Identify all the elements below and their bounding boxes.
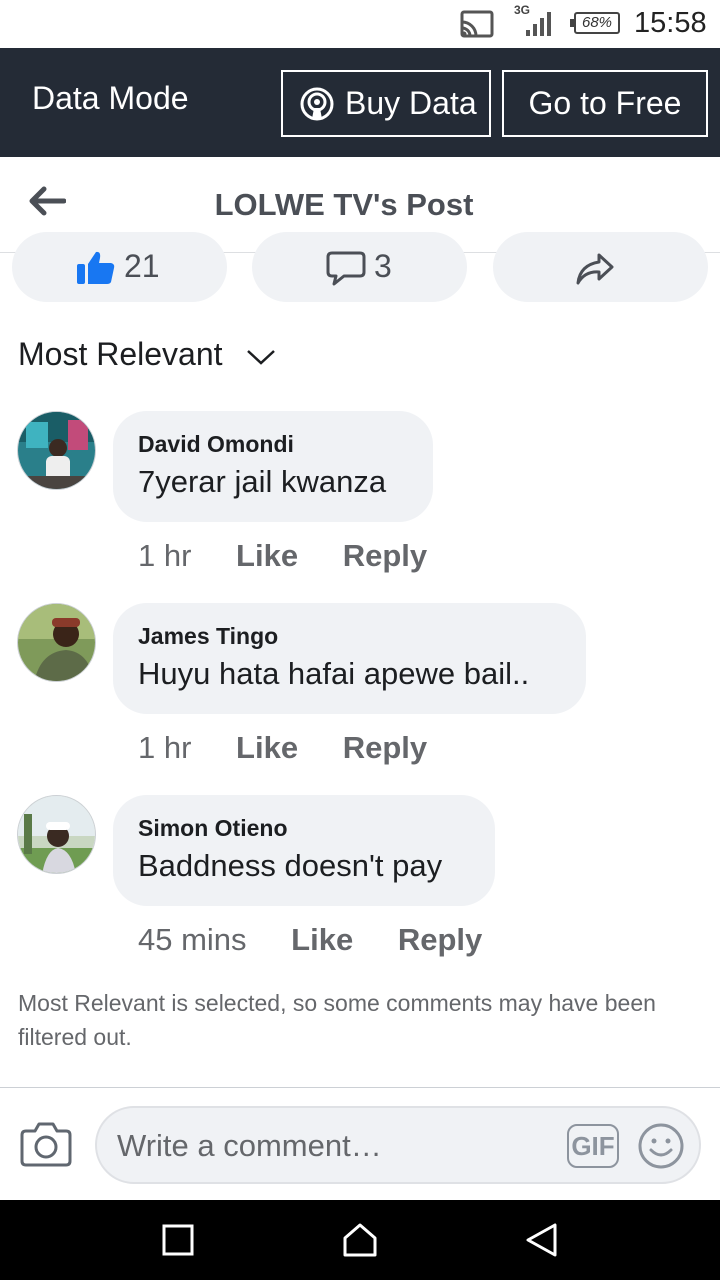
comment-meta: 1 hr Like Reply — [138, 730, 463, 766]
cast-icon — [460, 10, 494, 38]
system-nav-bar — [0, 1200, 720, 1280]
share-arrow-icon — [576, 253, 614, 285]
like-count: 21 — [124, 248, 160, 284]
comment-composer: Write a comment… GIF — [0, 1087, 720, 1200]
clock: 15:58 — [634, 7, 707, 39]
signal-icon — [526, 12, 551, 36]
comment-button[interactable]: 3 — [252, 232, 467, 302]
comment-time: 45 mins — [138, 922, 247, 957]
comment-input-placeholder: Write a comment… — [117, 1128, 382, 1163]
buy-data-label: Buy Data — [345, 85, 477, 121]
comment-bubble: James Tingo Huyu hata hafai apewe bail.. — [113, 603, 586, 714]
battery-icon: 68% — [570, 12, 620, 34]
home-icon[interactable] — [342, 1222, 378, 1258]
comment-text: 7yerar jail kwanza — [138, 464, 387, 499]
comment-author[interactable]: Simon Otieno — [138, 815, 288, 842]
thumbs-up-icon — [77, 251, 115, 284]
data-mode-bar: Data Mode Buy Data Go to Free — [0, 48, 720, 157]
comment-text: Baddness doesn't pay — [138, 848, 443, 883]
sort-dropdown[interactable]: Most Relevant — [18, 336, 223, 373]
data-mode-label: Data Mode — [32, 80, 189, 116]
comment-bubble: David Omondi 7yerar jail kwanza — [113, 411, 433, 522]
avatar[interactable] — [17, 411, 96, 490]
smiley-icon[interactable] — [637, 1122, 685, 1170]
comment-like-button[interactable]: Like — [291, 922, 353, 958]
comment-author[interactable]: James Tingo — [138, 623, 278, 650]
like-button[interactable]: 21 — [12, 232, 227, 302]
comment-author[interactable]: David Omondi — [138, 431, 294, 458]
gif-icon[interactable]: GIF — [567, 1124, 619, 1168]
page-title: LOLWE TV's Post — [214, 187, 474, 222]
go-to-free-button[interactable]: Go to Free — [502, 70, 708, 137]
triangle-back-icon[interactable] — [524, 1222, 560, 1258]
filter-note: Most Relevant is selected, so some comme… — [18, 990, 656, 1050]
avatar[interactable] — [17, 795, 96, 874]
comment-text: Huyu hata hafai apewe bail.. — [138, 656, 530, 691]
share-button[interactable] — [493, 232, 708, 302]
square-icon[interactable] — [160, 1222, 196, 1258]
comment-meta: 1 hr Like Reply — [138, 538, 463, 574]
comment-like-button[interactable]: Like — [236, 538, 298, 574]
comment-time: 1 hr — [138, 538, 192, 573]
comment-reply-button[interactable]: Reply — [398, 922, 482, 958]
status-bar: 3G 68% 15:58 — [0, 0, 720, 48]
comment-like-button[interactable]: Like — [236, 730, 298, 766]
comment-meta: 45 mins Like Reply — [138, 922, 518, 958]
comment-count: 3 — [374, 248, 392, 284]
avatar[interactable] — [17, 603, 96, 682]
buy-data-button[interactable]: Buy Data — [281, 70, 491, 137]
comment-reply-button[interactable]: Reply — [343, 730, 427, 766]
comment-bubble: Simon Otieno Baddness doesn't pay — [113, 795, 495, 906]
comment-reply-button[interactable]: Reply — [343, 538, 427, 574]
chevron-down-icon[interactable] — [246, 345, 276, 367]
comment-time: 1 hr — [138, 730, 192, 765]
comment-bubble-icon — [326, 251, 366, 286]
comment-input[interactable]: Write a comment… GIF — [95, 1106, 701, 1184]
camera-icon[interactable] — [20, 1119, 72, 1167]
broadcast-icon — [300, 87, 334, 121]
